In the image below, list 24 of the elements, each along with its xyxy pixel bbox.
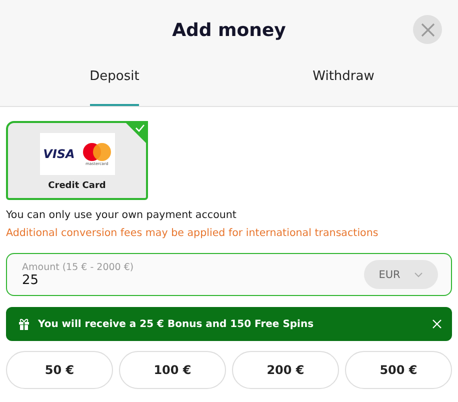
close-icon <box>432 319 442 329</box>
field-value: 25 <box>22 272 40 288</box>
warning-text: Additional conversion fees may be applied for international transactions <box>6 227 380 239</box>
amount-preset-button[interactable]: 500 € <box>345 351 452 389</box>
visa-logo: VISA <box>43 147 75 161</box>
amount-preset-button[interactable]: 50 € <box>6 351 113 389</box>
tab[interactable]: Deposit <box>90 60 140 106</box>
bonus-text: You will receive a 25 € Bonus and 150 Free Spins <box>38 318 315 330</box>
overlapping-circles-icon <box>82 142 111 160</box>
check-corner-icon <box>125 123 146 144</box>
close-button[interactable] <box>413 15 442 44</box>
amount-preset-button[interactable]: 100 € <box>119 351 226 389</box>
dialog-title: Add money <box>172 20 286 40</box>
method-label: Credit Card <box>48 181 106 191</box>
close-icon <box>420 22 434 36</box>
info-text: You can only use your own payment account <box>6 209 238 221</box>
currency-dropdown[interactable]: EUR <box>364 260 438 289</box>
gift-icon <box>18 318 30 330</box>
field-label: Amount (15 € - 2000 €) <box>22 262 135 272</box>
amount-field[interactable]: Amount (15 € - 2000 €) 25 EUR <box>6 253 452 296</box>
amount-preset-button[interactable]: 200 € <box>232 351 339 389</box>
chevron-down-icon <box>414 272 424 278</box>
tab[interactable]: Withdraw <box>312 60 374 106</box>
close-button[interactable] <box>432 319 442 329</box>
